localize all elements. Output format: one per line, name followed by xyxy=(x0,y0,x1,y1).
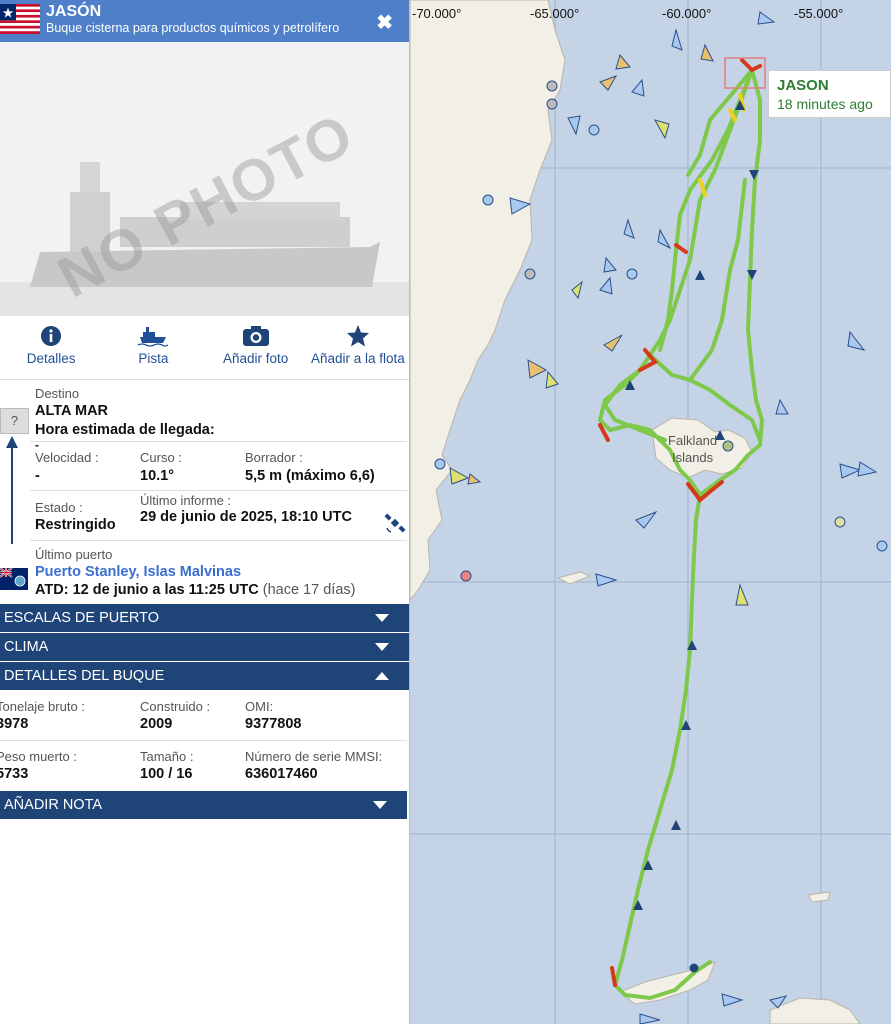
gross-tonnage-label: Tonelaje bruto : xyxy=(0,699,85,714)
longitude-label: -60.000° xyxy=(662,6,712,21)
last-report-value: 29 de junio de 2025, 18:10 UTC xyxy=(140,509,352,525)
island-southeast xyxy=(769,997,861,1024)
size-value: 100 / 16 xyxy=(140,766,193,782)
vessel-type: Buque cisterna para productos químicos y… xyxy=(46,21,340,35)
longitude-label: -65.000° xyxy=(530,6,580,21)
destination-value: ALTA MAR xyxy=(35,403,109,419)
destination-label: Destino xyxy=(35,386,80,401)
vessel-track-speed xyxy=(598,58,762,987)
draft-label: Borrador : xyxy=(245,450,303,465)
liberia-flag-icon xyxy=(0,4,40,34)
track-button[interactable]: Pista xyxy=(102,316,204,379)
ship-details-title: DETALLES DEL BUQUE xyxy=(4,668,165,684)
last-report-label: Último informe : xyxy=(140,493,232,508)
last-port-label: Último puerto xyxy=(35,547,113,562)
weather-title: CLIMA xyxy=(4,639,49,655)
close-icon[interactable]: ✖ xyxy=(376,10,393,35)
voyage-info: ? Destino ALTA MAR Hora estimada de lleg… xyxy=(0,380,409,604)
course-value: 10.1° xyxy=(140,468,175,484)
chevron-down-icon xyxy=(373,801,387,809)
vessel-name: JASÓN xyxy=(46,3,102,20)
add-photo-label: Añadir foto xyxy=(222,351,289,366)
eta-label: Hora estimada de llegada: xyxy=(35,422,215,438)
tooltip-time: 18 minutes ago xyxy=(777,96,873,112)
action-bar: Detalles Pista Añadir foto Añadir a la f… xyxy=(0,316,409,380)
island-label-line: Falkland xyxy=(668,433,718,448)
mmsi-value: 636017460 xyxy=(245,766,318,782)
divider xyxy=(30,540,407,541)
panel-header: JASÓN Buque cisterna para productos quím… xyxy=(0,0,409,42)
last-port-link[interactable]: Puerto Stanley, Islas Malvinas xyxy=(35,564,241,580)
atd-ago: (hace 17 días) xyxy=(262,582,356,598)
mmsi-label: Número de serie MMSI: xyxy=(245,749,383,764)
divider xyxy=(30,441,407,442)
island-label-line: Islands xyxy=(671,450,714,465)
atd-line: ATD: 12 de junio a las 11:25 UTC (hace 1… xyxy=(35,582,355,598)
ship-track-icon xyxy=(138,324,169,348)
info-icon xyxy=(40,324,62,348)
longitude-label: -70.000° xyxy=(412,6,462,21)
divider xyxy=(30,490,407,491)
course-label: Curso : xyxy=(140,450,182,465)
speed-label: Velocidad : xyxy=(35,450,99,465)
track-label: Pista xyxy=(138,351,169,366)
weather-section[interactable]: CLIMA xyxy=(0,633,409,662)
divider xyxy=(0,740,407,741)
details-button[interactable]: Detalles xyxy=(0,316,102,379)
vessel-tooltip[interactable]: JASON 18 minutes ago xyxy=(768,70,891,118)
add-note-section[interactable]: AÑADIR NOTA xyxy=(0,791,407,820)
mainland-land xyxy=(409,0,566,602)
ship-details-content: Tonelaje bruto : 3978 Construido : 2009 … xyxy=(0,691,409,791)
chevron-down-icon xyxy=(375,614,389,622)
vessel-track xyxy=(597,68,765,1001)
atd-value: ATD: 12 de junio a las 11:25 UTC xyxy=(35,582,259,598)
camera-icon xyxy=(242,324,270,348)
route-arrow-icon xyxy=(6,436,18,544)
draft-value: 5,5 m (máximo 6,6) xyxy=(245,468,375,484)
imo-value: 9377808 xyxy=(245,716,302,732)
speed-value: - xyxy=(35,468,40,484)
built-value: 2009 xyxy=(140,716,173,732)
port-calls-title: ESCALAS DE PUERTO xyxy=(4,610,159,626)
vessel-panel: JASÓN Buque cisterna para productos quím… xyxy=(0,0,410,1024)
status-value: Restringido xyxy=(35,517,116,533)
built-label: Construido : xyxy=(140,699,211,714)
vessel-photo[interactable]: NO PHOTO xyxy=(0,42,409,316)
imo-label: OMI: xyxy=(245,699,274,714)
port-calls-section[interactable]: ESCALAS DE PUERTO xyxy=(0,604,409,633)
chevron-down-icon xyxy=(375,643,389,651)
status-label: Estado : xyxy=(35,500,83,515)
gross-tonnage-value: 3978 xyxy=(0,716,29,732)
chevron-up-icon xyxy=(375,672,389,680)
add-to-fleet-button[interactable]: Añadir a la flota xyxy=(307,316,409,379)
satellite-icon[interactable] xyxy=(384,512,406,534)
size-label: Tamaño : xyxy=(140,749,194,764)
add-photo-button[interactable]: Añadir foto xyxy=(205,316,307,379)
deadweight-value: 5733 xyxy=(0,766,29,782)
deadweight-label: Peso muerto : xyxy=(0,749,77,764)
ship-details-section[interactable]: DETALLES DEL BUQUE xyxy=(0,662,409,691)
tooltip-vessel-name: JASON xyxy=(777,77,829,94)
add-note-title: AÑADIR NOTA xyxy=(4,797,103,813)
add-to-fleet-label: Añadir a la flota xyxy=(310,351,405,366)
star-icon xyxy=(346,324,370,348)
details-label: Detalles xyxy=(26,351,76,366)
falklands-flag-icon xyxy=(0,568,28,590)
island-small-2 xyxy=(807,891,831,903)
unknown-port-badge: ? xyxy=(0,408,29,434)
longitude-label: -55.000° xyxy=(794,6,844,21)
falkland-islands-label: Falkland Islands xyxy=(668,432,717,466)
